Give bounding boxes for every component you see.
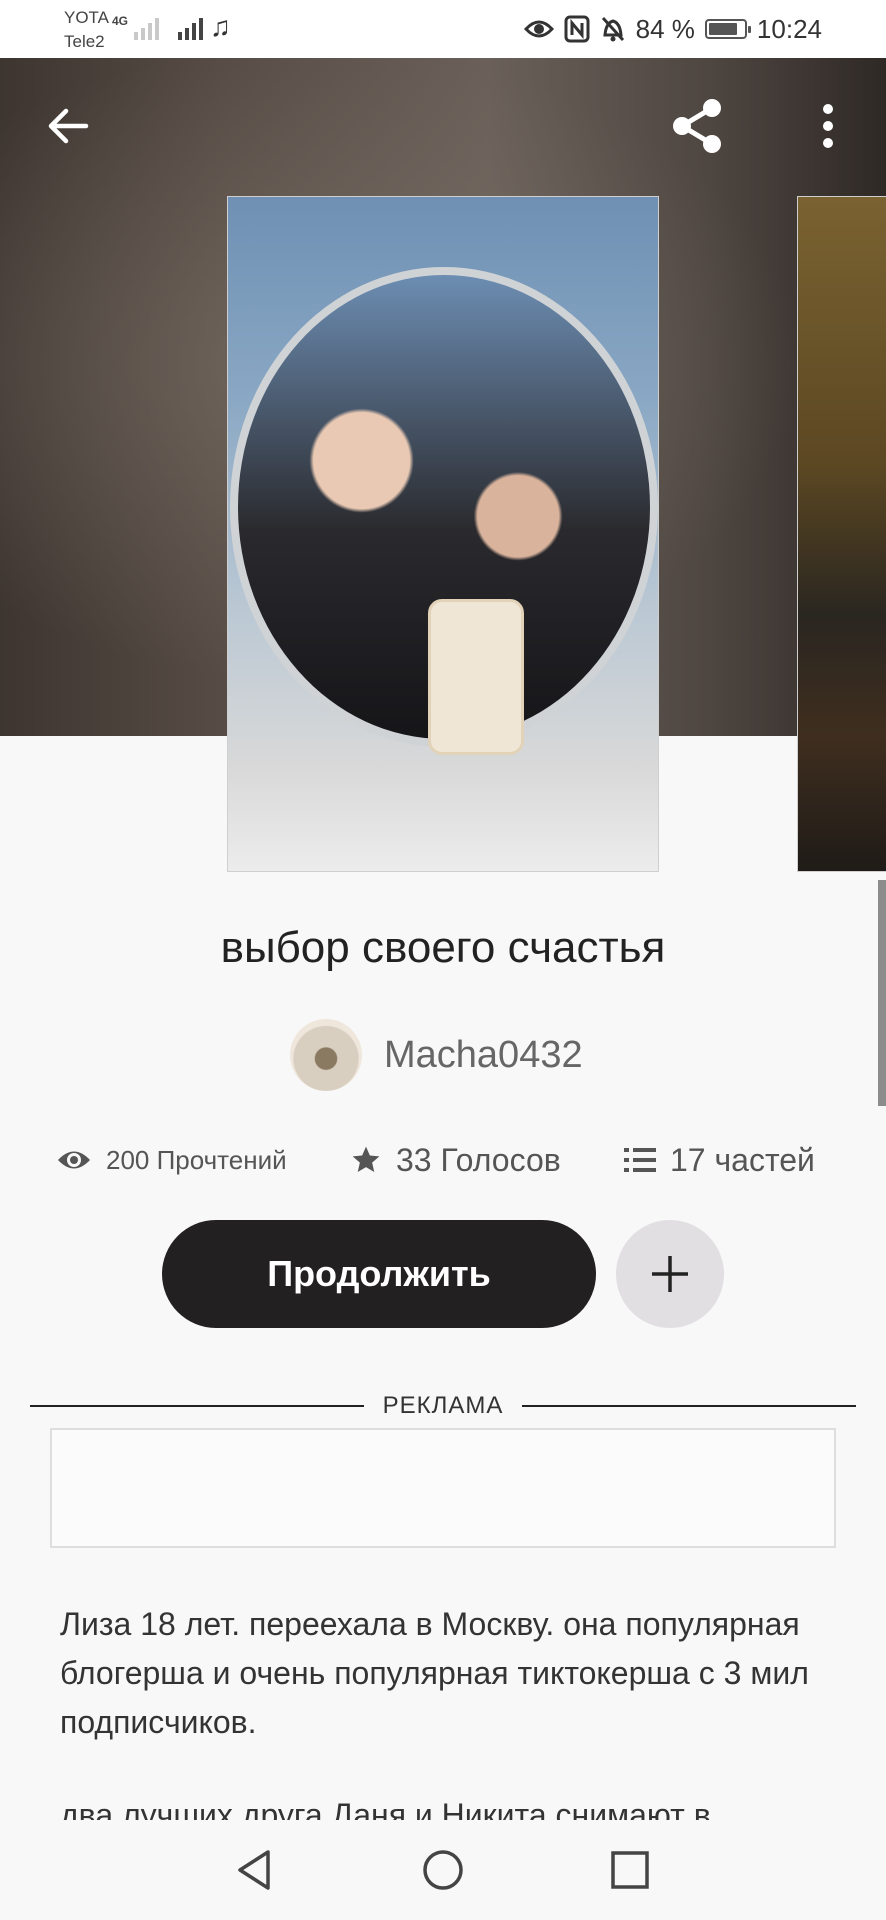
nav-back-button[interactable] — [226, 1842, 282, 1898]
story-description: Лиза 18 лет. переехала в Москву. она поп… — [60, 1600, 840, 1820]
scrollbar[interactable] — [878, 880, 886, 1106]
author-avatar[interactable] — [290, 1019, 362, 1091]
battery-percent: 84 % — [635, 13, 695, 44]
share-icon — [673, 99, 721, 153]
nav-home-button[interactable] — [415, 1842, 471, 1898]
carrier-names: YOTA Tele2 — [64, 6, 109, 54]
author-name[interactable]: Macha0432 — [384, 1034, 583, 1077]
network-type: 4G — [112, 14, 129, 28]
description-paragraph-1: Лиза 18 лет. переехала в Москву. она поп… — [60, 1606, 809, 1740]
nav-recents-button[interactable] — [602, 1842, 658, 1898]
ad-divider: РЕКЛАМА — [30, 1386, 856, 1426]
next-story-cover[interactable] — [797, 196, 886, 872]
status-bar: YOTA Tele2 4G ♫ 84 % 10:24 — [0, 0, 886, 58]
continue-reading-button[interactable]: Продолжить — [162, 1220, 596, 1328]
system-nav-bar — [0, 1820, 886, 1920]
star-icon — [352, 1146, 380, 1172]
eye-icon — [58, 1151, 90, 1169]
cover-photo-phone — [428, 599, 524, 755]
eye-icon — [523, 20, 554, 38]
more-vertical-icon — [823, 104, 833, 148]
list-icon — [624, 1148, 656, 1172]
ad-banner[interactable] — [50, 1428, 836, 1548]
story-stats: 200 Прочтений 33 Голосов 17 частей — [0, 1132, 886, 1188]
signal-strength-icon — [134, 14, 159, 40]
plus-icon — [652, 1256, 688, 1292]
nfc-icon — [564, 15, 590, 43]
story-cover-image[interactable] — [227, 196, 659, 872]
mute-bell-icon — [601, 16, 624, 42]
carrier-2: Tele2 — [64, 32, 105, 51]
story-title: выбор своего счастья — [220, 923, 666, 972]
reads-stat: 200 Прочтений — [56, 1132, 287, 1188]
parts-count: 17 частей — [670, 1141, 815, 1178]
description-viewport: Лиза 18 лет. переехала в Москву. она поп… — [0, 1600, 886, 1820]
votes-stat: 33 Голосов — [350, 1132, 561, 1188]
share-button[interactable] — [668, 96, 728, 156]
status-right: 84 % 10:24 — [523, 10, 822, 48]
square-recents-icon — [611, 1851, 649, 1889]
more-menu-button[interactable] — [798, 96, 858, 156]
signal-strength-icon-2 — [178, 14, 203, 40]
triangle-back-icon — [238, 1850, 270, 1890]
back-button[interactable] — [38, 96, 98, 156]
parts-stat: 17 частей — [624, 1132, 815, 1188]
reads-count: 200 Прочтений — [106, 1144, 287, 1175]
carrier-1: YOTA — [64, 8, 110, 27]
votes-count: 33 Голосов — [396, 1141, 561, 1178]
battery-icon — [704, 19, 751, 39]
add-to-library-button[interactable] — [616, 1220, 724, 1328]
arrow-left-icon — [48, 108, 89, 144]
description-paragraph-2: два лучших друга Даня и Никита снимают в — [60, 1797, 711, 1820]
circle-home-icon — [423, 1850, 463, 1890]
ad-divider-line-right — [522, 1405, 856, 1407]
music-note-icon: ♫ — [210, 11, 231, 42]
clock: 10:24 — [756, 13, 822, 44]
author-link[interactable]: Macha0432 — [290, 1018, 583, 1092]
